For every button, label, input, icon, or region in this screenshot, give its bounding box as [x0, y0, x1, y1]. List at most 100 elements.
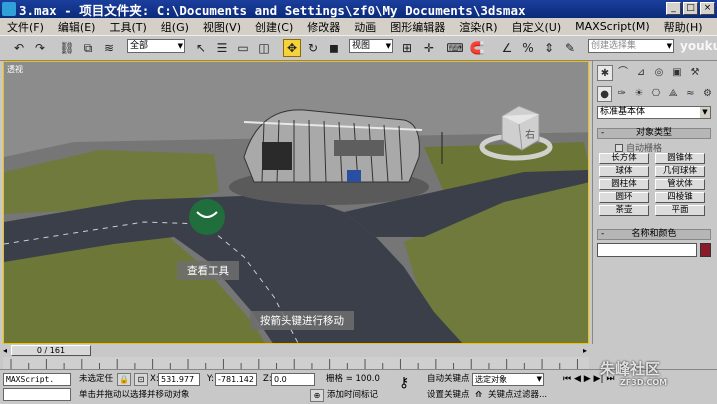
viewcube-face-label: 右 — [525, 128, 535, 141]
object-color-swatch[interactable] — [700, 243, 711, 257]
snap-toggle-icon[interactable]: 🧲 — [468, 39, 486, 57]
hierarchy-tab-icon[interactable]: ⊿ — [633, 65, 649, 81]
bind-space-warp-icon[interactable]: ≋ — [100, 39, 118, 57]
menu-edit[interactable]: 编辑(E) — [51, 19, 103, 35]
set-key-icon[interactable]: ⟰ — [475, 390, 482, 401]
close-button[interactable]: × — [700, 2, 715, 15]
pyramid-button[interactable]: 四棱锥 — [655, 192, 705, 203]
redo-icon[interactable]: ↷ — [31, 39, 49, 57]
y-coord-input[interactable]: -781.142 — [215, 373, 257, 386]
window-crossing-icon[interactable]: ◫ — [255, 39, 273, 57]
lights-icon[interactable]: ☀ — [631, 86, 646, 102]
cone-button[interactable]: 圆锥体 — [655, 153, 705, 164]
pivot-center-icon[interactable]: ⊞ — [398, 39, 416, 57]
helpers-icon[interactable]: ⟁ — [666, 86, 681, 102]
menu-help[interactable]: 帮助(H) — [657, 19, 710, 35]
set-key-button[interactable]: 设置关键点 — [427, 390, 470, 401]
selection-filter-dropdown[interactable]: 全部 ▼ — [127, 39, 185, 53]
teapot-button[interactable]: 茶壶 — [599, 205, 649, 216]
selection-state-text: 未选定任 — [79, 374, 114, 384]
menu-animation[interactable]: 动画 — [347, 19, 383, 35]
rectangle-selection-icon[interactable]: ▭ — [234, 39, 252, 57]
time-slider[interactable]: 0 / 161 ◂ ▸ — [3, 344, 589, 357]
shapes-icon[interactable]: ✑ — [614, 86, 629, 102]
selection-lock-icon[interactable]: 🔒 — [117, 373, 131, 386]
time-slider-left-arrow[interactable]: ◂ — [3, 346, 7, 355]
select-and-scale-icon[interactable]: ◼ — [325, 39, 343, 57]
perspective-viewport[interactable]: 右 透视 查看工具 按箭头键进行移动 — [3, 61, 589, 344]
utilities-tab-icon[interactable]: ⚒ — [687, 65, 703, 81]
add-time-tag-button[interactable]: 添加时间标记 — [327, 390, 378, 401]
space-warps-icon[interactable]: ≈ — [683, 86, 698, 102]
geometry-icon[interactable]: ● — [597, 86, 613, 102]
manipulate-icon[interactable]: ✛ — [420, 39, 438, 57]
corner-watermark: youku — [680, 39, 717, 53]
key-icon[interactable]: ⚷ — [399, 376, 409, 390]
torus-button[interactable]: 圆环 — [599, 192, 649, 203]
menu-create[interactable]: 创建(C) — [248, 19, 300, 35]
undo-icon[interactable]: ↶ — [10, 39, 28, 57]
motion-tab-icon[interactable]: ◎ — [651, 65, 667, 81]
chevron-down-icon: ▼ — [385, 42, 391, 50]
menu-graph-editors[interactable]: 图形编辑器 — [383, 19, 452, 35]
maxscript-listener[interactable]: MAXScript. — [3, 373, 71, 386]
object-category-dropdown[interactable]: 标准基本体 ▼ — [597, 106, 711, 119]
menu-modifiers[interactable]: 修改器 — [300, 19, 347, 35]
menu-customize[interactable]: 自定义(U) — [505, 19, 569, 35]
time-tag-icon[interactable]: ⊕ — [310, 389, 324, 402]
tube-button[interactable]: 管状体 — [655, 179, 705, 190]
box-button[interactable]: 长方体 — [599, 153, 649, 164]
cylinder-button[interactable]: 圆柱体 — [599, 179, 649, 190]
plane-button[interactable]: 平面 — [655, 205, 705, 216]
select-and-move-icon[interactable]: ✥ — [283, 39, 301, 57]
name-color-rollout-header[interactable]: - 名称和颜色 — [597, 229, 711, 240]
systems-icon[interactable]: ⚙ — [700, 86, 715, 102]
key-filters-button[interactable]: 关键点过滤器... — [488, 390, 547, 401]
menu-rendering[interactable]: 渲染(R) — [452, 19, 504, 35]
keyboard-shortcut-override-icon[interactable]: ⌨ — [446, 39, 464, 57]
track-bar[interactable] — [3, 357, 589, 369]
3dsmax-app-icon[interactable] — [2, 2, 16, 16]
viewport-label[interactable]: 透视 — [7, 64, 23, 75]
percent-snap-icon[interactable]: % — [519, 39, 537, 57]
create-tab-icon[interactable]: ✱ — [597, 65, 613, 81]
arrow-keys-tooltip: 按箭头键进行移动 — [250, 311, 354, 330]
z-coord-input[interactable]: 0.0 — [271, 373, 315, 386]
time-slider-right-arrow[interactable]: ▸ — [583, 346, 587, 355]
sphere-button[interactable]: 球体 — [599, 166, 649, 177]
cameras-icon[interactable]: ⎔ — [648, 86, 663, 102]
chevron-down-icon: ▼ — [177, 42, 183, 50]
select-and-rotate-icon[interactable]: ↻ — [304, 39, 322, 57]
green-sphere-object — [189, 199, 225, 235]
angle-snap-icon[interactable]: ∠ — [498, 39, 516, 57]
maximize-button[interactable]: □ — [683, 2, 698, 15]
time-slider-thumb[interactable]: 0 / 161 — [11, 345, 91, 356]
unlink-icon[interactable]: ⧉ — [79, 39, 97, 57]
object-type-rollout-header[interactable]: - 对象类型 — [597, 128, 711, 139]
object-name-input[interactable] — [597, 243, 697, 257]
menu-views[interactable]: 视图(V) — [196, 19, 248, 35]
auto-key-button[interactable]: 自动关键点 — [427, 374, 470, 385]
menu-maxscript[interactable]: MAXScript(M) — [568, 20, 657, 33]
link-icon[interactable]: ⛓ — [58, 39, 76, 57]
select-object-icon[interactable]: ↖ — [192, 39, 210, 57]
geosphere-button[interactable]: 几何球体 — [655, 166, 705, 177]
display-tab-icon[interactable]: ▣ — [669, 65, 685, 81]
spinner-snap-icon[interactable]: ⇕ — [540, 39, 558, 57]
modify-tab-icon[interactable]: ⌒ — [615, 65, 631, 81]
reference-coordinate-dropdown[interactable]: 视图 ▼ — [349, 39, 393, 53]
menu-bar: 文件(F) 编辑(E) 工具(T) 组(G) 视图(V) 创建(C) 修改器 动… — [0, 18, 717, 35]
maxscript-mini-listener[interactable] — [3, 388, 71, 401]
site-url-watermark: ZF3D.COM — [620, 378, 668, 387]
menu-tools[interactable]: 工具(T) — [102, 19, 153, 35]
minimize-button[interactable]: _ — [666, 2, 681, 15]
edit-named-selection-icon[interactable]: ✎ — [561, 39, 579, 57]
menu-file[interactable]: 文件(F) — [0, 19, 51, 35]
named-selection-sets-dropdown[interactable]: 创建选择集 ▼ — [588, 39, 674, 53]
menu-group[interactable]: 组(G) — [154, 19, 196, 35]
x-coord-input[interactable]: 531.977 — [158, 373, 200, 386]
absolute-offset-mode-icon[interactable]: ⊡ — [134, 373, 148, 386]
key-mode-dropdown[interactable]: 选定对象 ▼ — [472, 373, 544, 386]
select-by-name-icon[interactable]: ☰ — [213, 39, 231, 57]
collapse-icon: - — [601, 128, 605, 138]
